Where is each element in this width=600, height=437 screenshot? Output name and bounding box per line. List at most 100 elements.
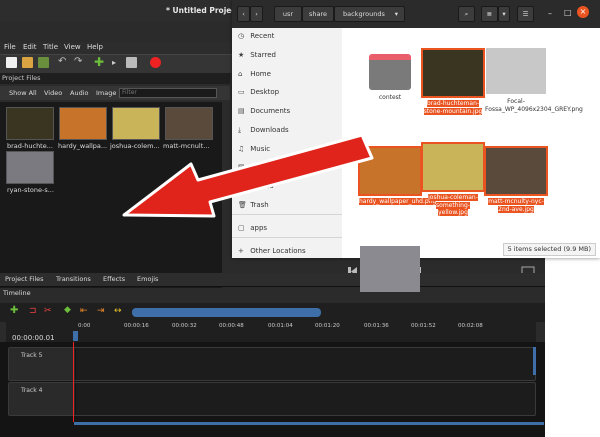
path-backgrounds[interactable]: backgrounds ▾ [334, 6, 405, 22]
image-thumbnail [486, 48, 546, 94]
path-share[interactable]: share [302, 6, 334, 22]
file-label: matt-mcnult... [163, 142, 210, 150]
tab-project-files[interactable]: Project Files [5, 275, 44, 283]
zoom-slider[interactable] [132, 308, 321, 317]
file-thumbnail[interactable] [6, 151, 54, 184]
documents-icon: ▤ [238, 107, 245, 115]
file-item[interactable]: Focal-Fossa_WP_4096x2304_GREY.png [485, 48, 583, 113]
file-item[interactable] [359, 246, 421, 296]
forward-button[interactable]: › [250, 6, 263, 22]
filter-show-all[interactable]: Show All [9, 89, 37, 97]
sidebar-item-downloads[interactable]: ⤓ Downloads [238, 126, 289, 135]
close-icon[interactable]: × [577, 6, 589, 18]
sidebar-item-documents[interactable]: ▤ Documents [238, 107, 290, 115]
add-track-icon[interactable]: ✚ [10, 305, 18, 316]
sidebar-item-home[interactable]: ⌂ Home [238, 70, 271, 78]
view-options-icon[interactable]: ▾ [498, 6, 510, 22]
sidebar-item-videos[interactable]: ▶ Videos [238, 182, 274, 190]
tab-transitions[interactable]: Transitions [56, 275, 91, 283]
menu-file[interactable]: File [4, 43, 16, 51]
menu-title[interactable]: Title [43, 43, 58, 51]
hamburger-menu-icon[interactable]: ☰ [517, 6, 534, 22]
minimize-icon[interactable]: – [548, 9, 552, 18]
sidebar-item-other-locations[interactable]: + Other Locations [238, 247, 306, 255]
file-thumbnail[interactable] [59, 107, 107, 140]
new-project-icon[interactable] [6, 57, 17, 68]
plus-icon: + [238, 247, 244, 255]
sidebar-item-label: Other Locations [250, 247, 306, 255]
snap-icon[interactable]: ⊐ [29, 306, 37, 316]
timeline-tracks: Track 5 Track 4 [0, 342, 545, 437]
star-icon: ★ [238, 51, 245, 59]
center-timeline-icon[interactable]: ↔ [114, 306, 122, 316]
sidebar-item-starred[interactable]: ★ Starred [238, 51, 276, 59]
sidebar-item-pictures[interactable]: ▨ Pictures [238, 163, 278, 171]
sidebar-item-label: Starred [250, 51, 276, 59]
menu-help[interactable]: Help [87, 43, 103, 51]
file-item[interactable]: matt-mcnulty-nyc-2nd-ave.jpg [484, 146, 548, 213]
add-marker-icon[interactable]: ◆ [64, 305, 71, 315]
timeline-scrollbar[interactable] [74, 422, 544, 425]
maximize-icon[interactable]: □ [564, 8, 572, 17]
sidebar-item-apps[interactable]: ▢ apps [238, 224, 267, 232]
path-usr[interactable]: usr [274, 6, 302, 22]
file-thumbnail[interactable] [165, 107, 213, 140]
filter-input[interactable]: Filter [119, 88, 217, 98]
file-label: hardy_wallpa... [58, 142, 108, 150]
file-item[interactable]: brad-huchteman-stone-mountain.jpg [421, 48, 485, 115]
track-header[interactable]: Track 5 [9, 348, 76, 380]
sidebar-item-label: Desktop [250, 88, 280, 96]
tab-emojis[interactable]: Emojis [137, 275, 158, 283]
pictures-icon: ▨ [238, 163, 245, 171]
open-project-icon[interactable] [22, 57, 33, 68]
places-sidebar: ◷ Recent ★ Starred ⌂ Home ▭ Desktop ▤ Docume… [232, 28, 343, 258]
desktop-icon: ▭ [238, 88, 245, 96]
track-row[interactable]: Track 4 [8, 382, 536, 416]
undo-icon[interactable]: ↶ [58, 57, 69, 68]
folder-icon [369, 54, 411, 90]
folder-item[interactable]: contest [359, 48, 421, 102]
sidebar-item-trash[interactable]: 🗑 Trash [238, 201, 269, 209]
folder-icon: ▢ [238, 224, 245, 232]
project-files-title: Project Files [2, 74, 41, 82]
playhead-marker[interactable] [73, 331, 78, 341]
file-view: 5 items selected (9.9 MB) contest brad-hu… [342, 28, 600, 292]
export-arrow-icon[interactable]: ▸ [112, 57, 123, 68]
vertical-scrollbar[interactable] [533, 347, 536, 375]
file-thumbnail[interactable] [112, 107, 160, 140]
file-name: Focal-Fossa_WP_4096x2304_GREY.png [485, 98, 583, 113]
tab-effects[interactable]: Effects [103, 275, 125, 283]
selection-status: 5 items selected (9.9 MB) [502, 243, 596, 256]
ruler-tick-label: 00:01:36 [364, 323, 389, 329]
sidebar-item-recent[interactable]: ◷ Recent [238, 32, 274, 40]
razor-icon[interactable]: ✂ [44, 306, 52, 316]
track-header[interactable]: Track 4 [9, 383, 76, 415]
image-thumbnail [421, 48, 485, 98]
filter-video[interactable]: Video [44, 89, 62, 97]
import-files-icon[interactable]: ✚ [94, 56, 105, 68]
menu-edit[interactable]: Edit [23, 43, 37, 51]
file-item[interactable]: joshua-coleman-something-yellow.jpg [421, 142, 485, 217]
redo-icon[interactable]: ↷ [74, 57, 85, 68]
previous-marker-icon[interactable]: ⇤ [80, 306, 88, 316]
music-icon: ♫ [238, 145, 245, 153]
filter-image[interactable]: Image [96, 89, 116, 97]
sidebar-item-label: Home [250, 70, 271, 78]
sidebar-item-music[interactable]: ♫ Music [238, 145, 270, 153]
track-row[interactable]: Track 5 [8, 347, 536, 381]
record-icon[interactable] [150, 57, 161, 68]
back-button[interactable]: ‹ [237, 6, 250, 22]
file-label: ryan-stone-s... [7, 186, 54, 194]
files-window: ‹ › usr share backgrounds ▾ ⌕ ≣ ▾ ☰ – □ … [232, 0, 600, 292]
fullscreen-icon[interactable] [126, 57, 137, 68]
search-icon[interactable]: ⌕ [458, 6, 475, 22]
save-project-icon[interactable] [38, 57, 49, 68]
filter-audio[interactable]: Audio [70, 89, 88, 97]
file-thumbnail[interactable] [6, 107, 54, 140]
sidebar-item-desktop[interactable]: ▭ Desktop [238, 88, 279, 96]
view-list-icon[interactable]: ≣ [481, 6, 498, 22]
next-marker-icon[interactable]: ⇥ [97, 306, 105, 316]
file-item[interactable]: hardy_wallpaper_uhd.png [358, 146, 437, 206]
file-name: matt-mcnulty-nyc-2nd-ave.jpg [488, 198, 544, 213]
menu-view[interactable]: View [64, 43, 81, 51]
